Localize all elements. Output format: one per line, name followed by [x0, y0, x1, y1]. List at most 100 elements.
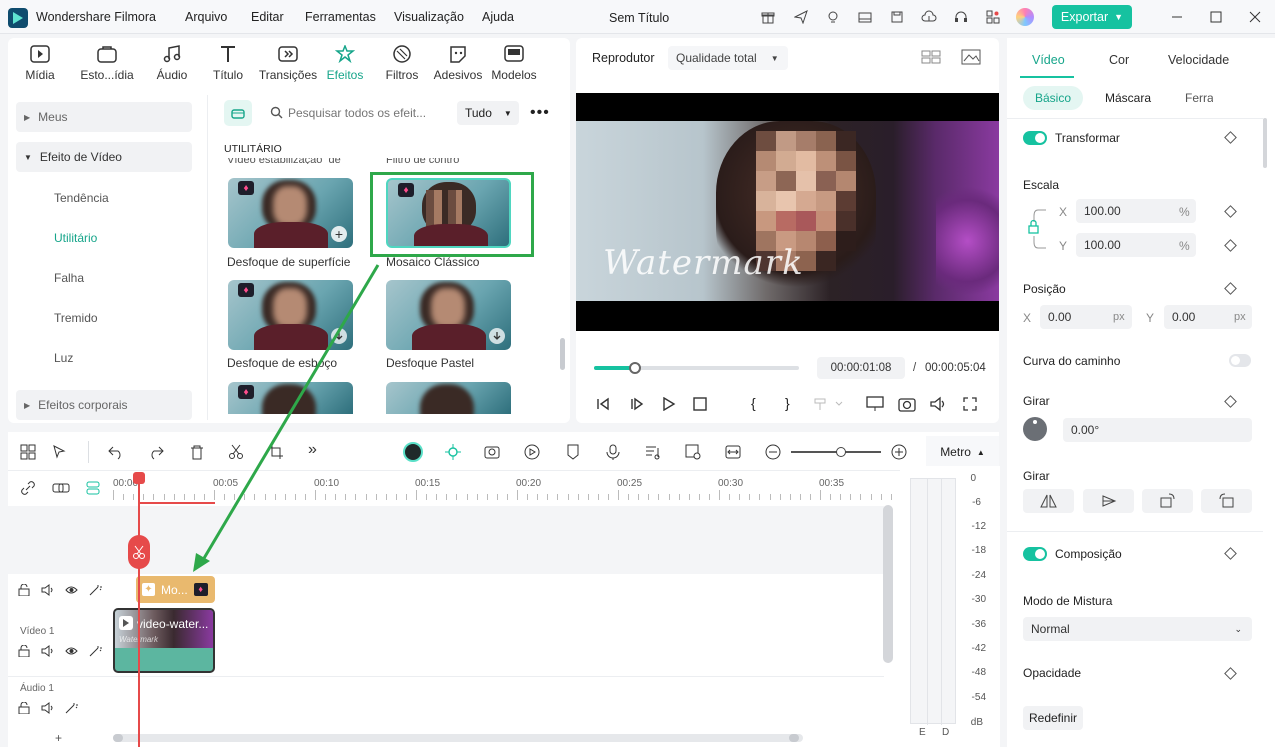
- quality-dropdown[interactable]: Qualidade total ▼: [668, 46, 788, 70]
- menu-editar[interactable]: Editar: [251, 10, 284, 24]
- speaker-icon[interactable]: [41, 702, 54, 714]
- layout-grid-icon[interactable]: [20, 444, 36, 460]
- effect-thumb-sketch-blur[interactable]: ♦: [228, 280, 353, 350]
- path-curve-toggle[interactable]: [1229, 354, 1251, 367]
- scale-y-field[interactable]: 100.00: [1076, 233, 1196, 257]
- select-cursor-icon[interactable]: [52, 444, 68, 460]
- sidebar-group-mine[interactable]: ▶ Meus: [16, 102, 192, 132]
- tab-effects[interactable]: Efeitos: [316, 44, 374, 90]
- lock-icon[interactable]: [18, 645, 30, 657]
- redo-icon[interactable]: [148, 444, 164, 460]
- next-frame-icon[interactable]: [630, 397, 644, 411]
- sidebar-item-glitch[interactable]: Falha: [54, 271, 84, 285]
- delete-icon[interactable]: [189, 444, 205, 460]
- lock-ratio-icon[interactable]: [1026, 208, 1048, 250]
- scrub-handle[interactable]: [629, 362, 641, 374]
- effect-thumb-pastel-blur[interactable]: [386, 280, 511, 350]
- tab-color[interactable]: Cor: [1109, 53, 1129, 67]
- subtab-tools[interactable]: Ferra: [1185, 91, 1213, 105]
- rotate-field[interactable]: 0.00°: [1063, 418, 1252, 442]
- ai-robot-icon[interactable]: [403, 442, 423, 462]
- eye-icon[interactable]: [65, 645, 78, 657]
- add-track-icon[interactable]: +: [55, 731, 62, 745]
- crop-icon[interactable]: [268, 444, 284, 460]
- undo-icon[interactable]: [108, 444, 124, 460]
- scale-x-field[interactable]: 100.00: [1076, 199, 1196, 223]
- sidebar-item-shake[interactable]: Tremido: [54, 311, 98, 325]
- marker-icon[interactable]: [565, 444, 581, 460]
- cloud-upload-icon[interactable]: [921, 9, 937, 25]
- flip-vertical-button[interactable]: [1083, 489, 1134, 513]
- more-tools-icon[interactable]: »: [308, 441, 317, 459]
- layout-icon[interactable]: [857, 9, 873, 25]
- mark-out-icon[interactable]: }: [785, 395, 790, 411]
- add-media-icon[interactable]: [484, 444, 502, 460]
- previous-frame-icon[interactable]: [596, 397, 610, 411]
- speed-icon[interactable]: [524, 444, 540, 460]
- subtab-mask[interactable]: Máscara: [1105, 91, 1151, 105]
- gift-icon[interactable]: [760, 9, 776, 25]
- split-scissors-button[interactable]: [128, 535, 150, 569]
- speaker-icon[interactable]: [41, 645, 54, 657]
- filter-dropdown[interactable]: Tudo ▼: [457, 101, 519, 125]
- effect-thumb-partial[interactable]: ♦: [228, 382, 353, 414]
- export-button[interactable]: Exportar ▼: [1052, 5, 1132, 29]
- sidebar-group-video-effects[interactable]: ▼ Efeito de Vídeo: [16, 142, 192, 172]
- menu-arquivo[interactable]: Arquivo: [185, 10, 227, 24]
- clip-settings-icon[interactable]: [685, 444, 701, 460]
- scissors-icon[interactable]: [228, 444, 244, 460]
- apps-grid-icon[interactable]: [985, 9, 1001, 25]
- snap-icon[interactable]: [445, 444, 461, 460]
- tab-speed[interactable]: Velocidade: [1168, 53, 1229, 67]
- playhead-handle[interactable]: [133, 472, 145, 484]
- avatar[interactable]: [1016, 8, 1034, 26]
- menu-ajuda[interactable]: Ajuda: [482, 10, 514, 24]
- add-icon[interactable]: +: [331, 226, 347, 242]
- zoom-in-icon[interactable]: [891, 444, 907, 460]
- properties-scrollbar[interactable]: [1263, 118, 1267, 168]
- audio-mix-icon[interactable]: [645, 444, 661, 460]
- grid-view-icon[interactable]: [921, 50, 941, 64]
- sidebar-item-utility[interactable]: Utilitário: [54, 231, 97, 245]
- video-clip[interactable]: video-water... Watermark: [113, 608, 215, 673]
- volume-icon[interactable]: [930, 396, 948, 412]
- work-area-bar[interactable]: [139, 502, 215, 504]
- magic-wand-icon[interactable]: [89, 584, 102, 596]
- effect-thumb-partial[interactable]: [386, 382, 511, 414]
- search-input[interactable]: [288, 102, 448, 124]
- blend-mode-dropdown[interactable]: Normal ⌄: [1023, 617, 1252, 641]
- rotate-counterclockwise-button[interactable]: [1201, 489, 1252, 513]
- rotate-dial[interactable]: [1023, 417, 1047, 441]
- zoom-slider-handle[interactable]: [835, 447, 846, 457]
- track-manager-icon[interactable]: [84, 480, 100, 496]
- display-icon[interactable]: [866, 396, 884, 412]
- video-preview[interactable]: Watermark: [576, 93, 999, 331]
- sidebar-group-body-effects[interactable]: ▶ Efeitos corporais: [16, 390, 192, 420]
- magic-wand-icon[interactable]: [65, 702, 78, 714]
- send-icon[interactable]: [793, 9, 809, 25]
- meter-toggle[interactable]: Metro ▲: [926, 436, 999, 468]
- headset-icon[interactable]: [953, 9, 969, 25]
- rotate-clockwise-button[interactable]: [1142, 489, 1193, 513]
- download-icon[interactable]: [331, 328, 347, 344]
- save-icon[interactable]: [889, 9, 905, 25]
- insert-icon[interactable]: [814, 397, 844, 411]
- flip-horizontal-button[interactable]: [1023, 489, 1074, 513]
- lightbulb-icon[interactable]: [825, 9, 841, 25]
- effect-clip[interactable]: ✦ Mo... ♦: [136, 576, 215, 603]
- sidebar-item-trending[interactable]: Tendência: [54, 191, 109, 205]
- download-icon[interactable]: [489, 328, 505, 344]
- speaker-icon[interactable]: [41, 584, 54, 596]
- subtab-basic[interactable]: Básico: [1023, 86, 1083, 110]
- microphone-icon[interactable]: [605, 444, 621, 460]
- close-icon[interactable]: [1248, 10, 1262, 24]
- library-scrollbar[interactable]: [560, 338, 565, 370]
- tab-stickers[interactable]: Adesivos: [429, 44, 487, 90]
- play-icon[interactable]: [662, 397, 676, 411]
- more-options-icon[interactable]: •••: [530, 104, 550, 122]
- tab-templates[interactable]: Modelos: [485, 44, 543, 90]
- eye-icon[interactable]: [65, 584, 78, 596]
- store-icon[interactable]: [224, 100, 252, 126]
- fit-width-icon[interactable]: [725, 444, 741, 460]
- tab-transitions[interactable]: Transições: [258, 44, 318, 90]
